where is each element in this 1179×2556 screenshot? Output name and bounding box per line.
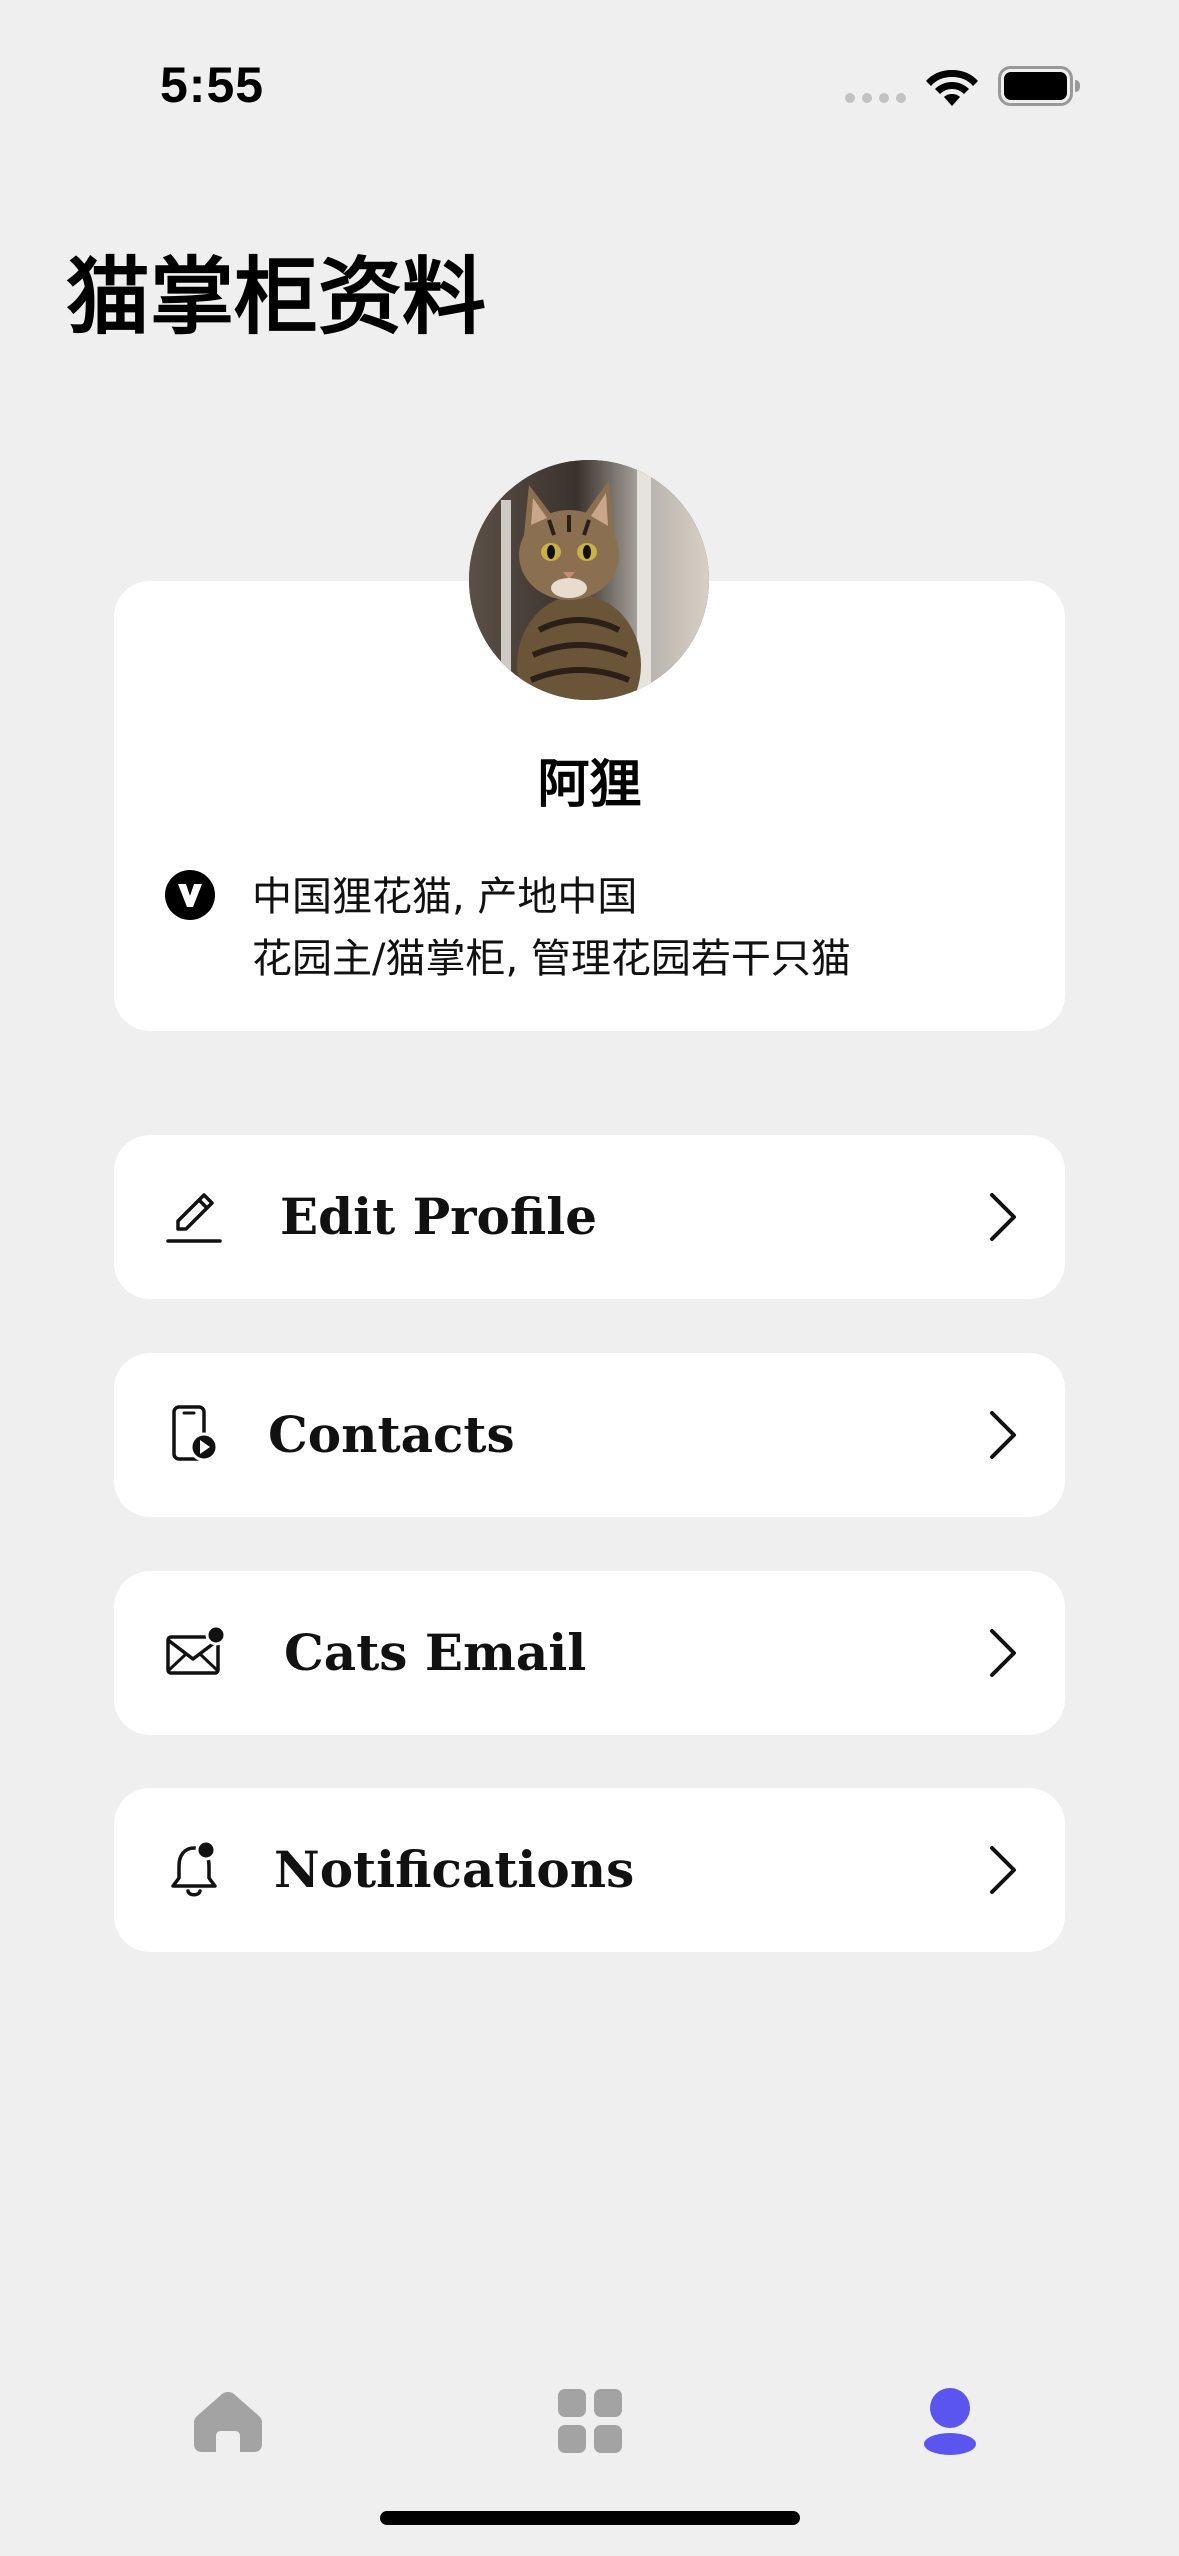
mail-icon <box>166 1624 227 1675</box>
page-title: 猫掌柜资料 <box>66 248 487 346</box>
bell-icon <box>171 1839 217 1897</box>
cat-photo-icon <box>469 460 709 700</box>
cats-email-row[interactable]: Cats Email <box>114 1571 1065 1735</box>
edit-profile-row[interactable]: Edit Profile <box>114 1135 1065 1299</box>
home-indicator <box>380 2511 800 2525</box>
phone-video-icon <box>172 1405 219 1462</box>
chevron-right-icon <box>990 1193 1016 1241</box>
grid-icon[interactable] <box>550 2386 630 2456</box>
chevron-right-icon <box>990 1411 1016 1459</box>
wifi-icon <box>926 70 978 106</box>
verified-badge-icon <box>165 870 215 920</box>
avatar[interactable] <box>469 460 709 700</box>
battery-icon <box>998 66 1080 106</box>
bio-line-1: 中国狸花猫, 产地中国 <box>252 874 638 920</box>
person-icon[interactable] <box>910 2386 990 2456</box>
profile-name: 阿狸 <box>537 755 642 815</box>
edit-profile-label: Edit Profile <box>280 1187 598 1246</box>
bio-line-2: 花园主/猫掌柜, 管理花园若干只猫 <box>252 936 851 982</box>
profile-bio: 中国狸花猫, 产地中国 花园主/猫掌柜, 管理花园若干只猫 <box>252 866 851 990</box>
status-time: 5:55 <box>160 57 265 113</box>
notifications-row[interactable]: Notifications <box>114 1788 1065 1952</box>
cellular-signal-icon <box>845 93 906 103</box>
chevron-right-icon <box>990 1846 1016 1894</box>
home-icon[interactable] <box>188 2386 268 2456</box>
pencil-icon <box>166 1193 222 1243</box>
notifications-label: Notifications <box>274 1840 635 1899</box>
contacts-label: Contacts <box>268 1405 515 1464</box>
cats-email-label: Cats Email <box>284 1623 587 1682</box>
contacts-row[interactable]: Contacts <box>114 1353 1065 1517</box>
chevron-right-icon <box>990 1629 1016 1677</box>
